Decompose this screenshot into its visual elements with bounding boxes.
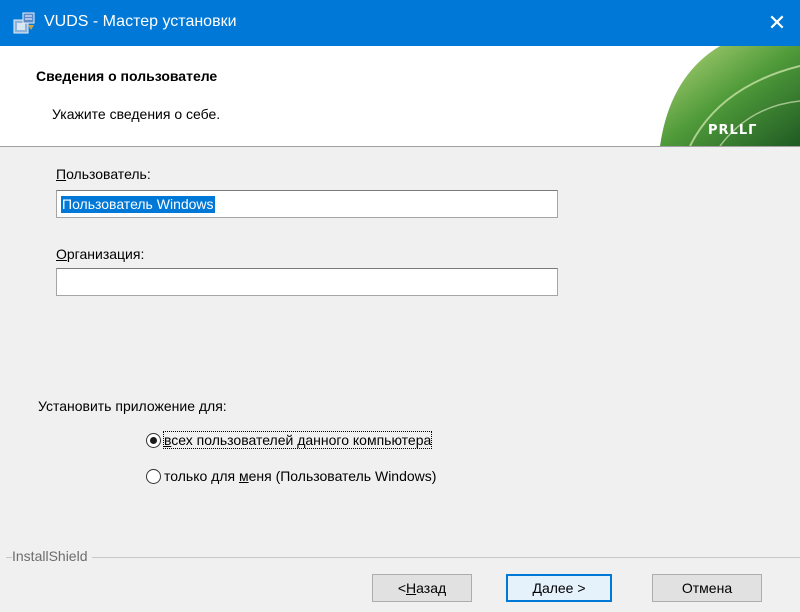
title-bar: VUDS - Мастер установки ✕ [0,0,800,46]
user-label-rest: ользователь: [66,166,151,182]
installer-app-icon [13,12,35,34]
next-button[interactable]: Далее > [506,574,612,602]
close-icon[interactable]: ✕ [754,0,800,46]
user-name-input[interactable]: Пользователь Windows [56,190,558,218]
radio-all-users-label[interactable]: всех пользователей данного компьютера [162,431,433,449]
radio-only-me[interactable]: только для меня (Пользователь Windows) [146,466,436,486]
radio-only-me-accel: м [238,468,249,484]
cancel-button[interactable]: Отмена [652,574,762,602]
user-name-value: Пользователь Windows [61,196,215,213]
radio-all-users[interactable]: всех пользователей данного компьютера [146,430,433,450]
org-field-label: Организация: [56,246,144,262]
back-button-accel: Н [406,580,417,596]
radio-all-users-circle[interactable] [146,432,161,448]
back-button-prefix: < [397,580,407,596]
user-field-label: Пользователь: [56,166,151,182]
installshield-footer: InstallShield [6,548,800,566]
next-button-accel: Д [532,580,542,596]
next-button-rest: алее > [541,580,586,596]
wizard-header: Сведения о пользователе Укажите сведения… [0,46,800,147]
radio-only-me-rest: еня (Пользователь Windows) [248,468,437,484]
radio-only-me-label[interactable]: только для меня (Пользователь Windows) [164,468,436,484]
radio-only-me-circle[interactable] [146,468,161,484]
radio-all-users-rest: сех пользователей данного компьютера [171,432,432,448]
organization-input[interactable] [56,268,558,296]
back-button-rest: азад [416,580,447,596]
window-title: VUDS - Мастер установки [44,13,237,30]
header-logo-graphic: PRLLГ [660,46,800,146]
back-button[interactable]: < Назад [372,574,472,602]
page-subtitle: Укажите сведения о себе. [52,106,221,122]
footer-divider [6,557,800,558]
org-label-accel: О [56,246,67,262]
org-label-rest: рганизация: [66,246,145,262]
install-for-label: Установить приложение для: [38,398,227,414]
page-title: Сведения о пользователе [36,68,218,84]
installshield-brand: InstallShield [12,548,92,564]
user-label-accel: П [56,166,67,182]
radio-only-me-before: только для [164,468,239,484]
brand-logo-text: PRLLГ [708,123,757,138]
